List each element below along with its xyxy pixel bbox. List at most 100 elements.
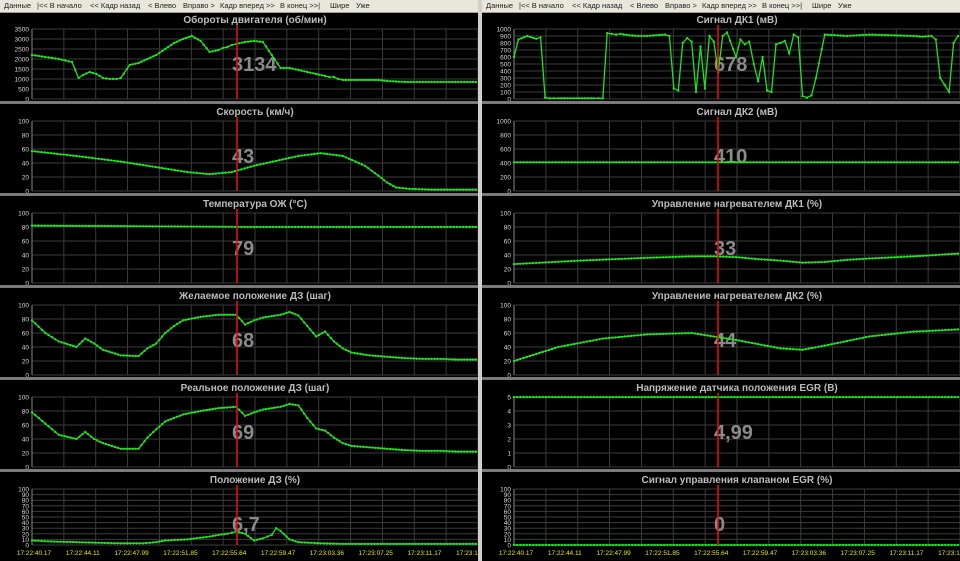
data-point xyxy=(220,406,223,410)
chart-title: Положение ДЗ (%) xyxy=(210,475,300,486)
data-point xyxy=(736,395,739,399)
data-point xyxy=(889,543,893,547)
data-point xyxy=(765,543,768,547)
data-point xyxy=(316,152,319,155)
data-point xyxy=(650,161,653,164)
y-tick-label: 300 xyxy=(500,76,511,83)
data-point xyxy=(797,543,800,547)
data-point xyxy=(309,153,313,156)
data-point xyxy=(149,433,152,436)
data-point xyxy=(915,543,918,547)
data-point xyxy=(53,224,56,227)
data-point xyxy=(95,344,99,347)
data-point xyxy=(813,395,816,399)
data-point xyxy=(164,331,167,335)
data-point xyxy=(771,543,774,547)
data-point xyxy=(908,161,912,164)
data-point xyxy=(839,341,842,344)
y-tick-label: 3500 xyxy=(15,27,30,34)
data-point xyxy=(132,542,135,545)
data-point xyxy=(944,161,947,164)
data-point xyxy=(677,89,680,92)
data-point xyxy=(921,161,925,164)
data-point xyxy=(229,313,232,316)
data-point xyxy=(408,542,411,546)
data-point xyxy=(918,543,921,547)
data-point xyxy=(49,224,53,227)
data-point xyxy=(315,335,318,338)
data-point xyxy=(420,188,424,191)
data-point xyxy=(551,161,554,164)
x-tick-label: 17:22:44.11 xyxy=(66,550,100,557)
data-point xyxy=(554,260,557,264)
data-point xyxy=(56,152,59,156)
data-point xyxy=(887,256,890,259)
data-point xyxy=(241,531,244,535)
data-point xyxy=(861,161,864,164)
data-point xyxy=(551,543,554,547)
y-tick-label: 80 xyxy=(22,225,30,232)
data-point xyxy=(377,174,380,177)
data-point xyxy=(688,395,691,399)
data-point xyxy=(70,60,74,64)
data-point xyxy=(772,346,776,349)
data-point xyxy=(338,154,341,157)
data-point xyxy=(787,161,790,164)
data-point xyxy=(822,543,825,547)
data-point xyxy=(631,543,634,547)
data-point xyxy=(199,315,202,319)
data-point xyxy=(341,225,344,229)
data-point xyxy=(134,447,137,450)
y-tick-label: 100 xyxy=(18,211,29,218)
data-point xyxy=(691,395,695,399)
data-point xyxy=(953,161,956,164)
data-point xyxy=(889,395,893,399)
data-point xyxy=(474,80,478,84)
data-point xyxy=(433,357,436,361)
data-point xyxy=(599,543,602,547)
data-point xyxy=(389,183,392,186)
data-point xyxy=(468,80,472,84)
data-point xyxy=(566,344,570,347)
data-point xyxy=(611,336,614,339)
data-point xyxy=(893,256,896,259)
y-tick-label: 40 xyxy=(22,161,30,168)
data-point xyxy=(665,332,668,335)
data-point xyxy=(208,314,211,318)
data-point xyxy=(851,161,854,164)
data-point xyxy=(427,225,430,229)
data-point xyxy=(87,339,90,342)
data-point xyxy=(359,445,362,448)
data-point xyxy=(60,58,64,61)
data-point xyxy=(421,80,424,84)
data-point xyxy=(845,543,848,547)
data-point xyxy=(400,448,404,452)
data-point xyxy=(569,343,573,346)
data-point xyxy=(934,543,937,547)
data-point xyxy=(712,255,715,258)
data-point xyxy=(238,531,241,534)
data-point xyxy=(551,395,554,399)
data-point xyxy=(167,45,170,49)
data-point xyxy=(706,334,709,337)
data-point xyxy=(90,435,93,438)
data-point xyxy=(454,358,457,361)
data-point xyxy=(183,170,186,173)
data-point xyxy=(424,80,427,84)
y-tick-label: 40 xyxy=(22,345,30,352)
y-tick-label: 100 xyxy=(18,487,29,494)
data-point xyxy=(528,543,532,547)
data-point xyxy=(391,184,395,188)
data-point xyxy=(618,161,621,164)
data-point xyxy=(738,256,741,259)
data-point xyxy=(819,543,822,547)
data-point xyxy=(586,543,589,547)
data-point xyxy=(707,543,710,547)
data-point xyxy=(181,37,185,41)
data-point xyxy=(412,449,415,452)
data-point xyxy=(471,542,474,546)
data-point xyxy=(463,358,466,361)
data-point xyxy=(132,162,135,165)
data-point xyxy=(681,41,684,45)
data-point xyxy=(95,72,98,76)
